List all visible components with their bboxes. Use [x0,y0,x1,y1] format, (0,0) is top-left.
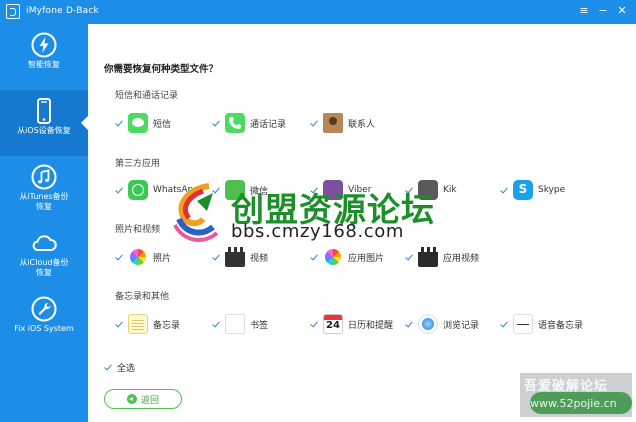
file-type-label: Skype [538,185,566,195]
sidebar-item-label: 智能恢复 [28,60,60,69]
file-type-app-photos[interactable]: 应用图片 [310,247,384,267]
file-type-contacts[interactable]: 联系人 [310,113,375,133]
app-photos-icon [323,247,343,267]
back-button-label: 返回 [140,395,159,406]
checkbox-checked-icon[interactable] [310,119,319,128]
checkbox-checked-icon[interactable] [115,119,124,128]
watermark-url: bbs.cmzy168.com [231,221,405,242]
voice-memo-icon [513,314,533,334]
calendar-day: 24 [326,320,340,331]
watermark-logo-icon [173,183,219,242]
whatsapp-icon [128,180,148,200]
checkbox-checked-icon[interactable] [310,253,319,262]
checkbox-checked-icon[interactable] [115,186,124,195]
file-type-calendar[interactable]: 24 日历和提醒 [310,314,393,334]
select-all-checkbox[interactable]: 全选 [104,361,135,374]
file-type-notes[interactable]: 备忘录 [115,314,180,334]
checkbox-checked-icon[interactable] [405,320,414,329]
skype-icon [513,180,533,200]
file-type-app-videos[interactable]: 应用视频 [405,247,479,267]
file-type-label: 应用图片 [348,253,385,264]
file-type-bookmarks[interactable]: 书签 [212,314,268,334]
sidebar-item-icloud-backup[interactable]: 从iCloud备份 恢复 [0,222,88,288]
checkbox-checked-icon[interactable] [212,253,221,262]
menu-icon[interactable]: ≡ [576,3,592,19]
sidebar-item-label: 从iTunes备份 恢复 [19,192,69,211]
file-type-label: 视频 [250,253,269,264]
file-type-call-history[interactable]: 通话记录 [212,113,286,133]
file-type-label: 备忘录 [153,320,181,331]
calendar-icon: 24 [323,314,343,334]
checkbox-checked-icon[interactable] [212,320,221,329]
window-title: iMyfone D-Back [26,6,99,16]
file-type-videos[interactable]: 视频 [212,247,268,267]
video-clapper-icon [225,247,245,267]
messages-icon [128,113,148,133]
checkbox-checked-icon[interactable] [104,363,113,372]
sidebar-item-itunes-backup[interactable]: 从iTunes备份 恢复 [0,156,88,222]
app-logo-icon [6,4,20,19]
file-type-label: 短信 [153,119,172,130]
sidebar: 智能恢复 从iOS设备恢复 从iTunes备份 恢复 从iCloud备份 恢复 … [0,24,88,422]
section-title-notes-others: 备忘录和其他 [115,292,170,302]
checkbox-checked-icon[interactable] [405,253,414,262]
checkbox-checked-icon[interactable] [310,320,319,329]
watermark-secondary: 吾爱破解论坛 www.52pojie.cn [520,373,632,417]
page-title: 你需要恢复何种类型文件？ [104,64,219,75]
sidebar-item-label: 从iOS设备恢复 [17,126,71,135]
sidebar-item-fix-ios[interactable]: Fix iOS System [0,288,88,354]
file-type-label: 联系人 [348,119,376,130]
back-arrow-icon [126,394,137,404]
photos-icon [128,247,148,267]
checkbox-checked-icon[interactable] [500,186,509,195]
cloud-icon [32,235,57,251]
watermark-secondary-title: 吾爱破解论坛 [524,379,609,394]
watermark-secondary-url: www.52pojie.cn [530,397,617,410]
file-type-label: 书签 [250,320,269,331]
phone-icon [225,113,245,133]
file-type-photos[interactable]: 照片 [115,247,171,267]
checkbox-checked-icon[interactable] [500,320,509,329]
watermark-overlay: 创盟资源论坛 bbs.cmzy168.com [169,181,469,246]
file-type-browser-history[interactable]: 浏览记录 [405,314,479,334]
file-type-skype[interactable]: Skype [500,180,565,200]
music-note-icon [31,164,57,190]
close-button[interactable]: ✕ [614,3,630,19]
title-bar: iMyfone D-Back ≡ − ✕ [0,0,636,24]
lightning-icon [31,32,57,58]
file-type-sms[interactable]: 短信 [115,113,171,133]
file-type-label: 通话记录 [250,119,287,130]
minimize-button[interactable]: − [595,3,611,19]
checkbox-checked-icon[interactable] [115,320,124,329]
sidebar-item-ios-device[interactable]: 从iOS设备恢复 [0,90,88,156]
checkbox-checked-icon[interactable] [115,253,124,262]
sidebar-item-label: Fix iOS System [14,324,74,333]
file-type-voice-memos[interactable]: 语音备忘录 [500,314,583,334]
app-video-clapper-icon [418,247,438,267]
file-type-label: 日历和提醒 [348,320,394,331]
back-button[interactable]: 返回 [104,389,182,409]
sidebar-item-smart-recovery[interactable]: 智能恢复 [0,24,88,90]
section-title-messages: 短信和通话记录 [115,91,179,101]
file-type-label: 照片 [153,253,172,264]
file-type-label: 语音备忘录 [538,320,584,331]
wrench-icon [31,296,57,322]
bookmark-icon [225,314,245,334]
file-type-label: 浏览记录 [443,320,480,331]
file-type-label: 应用视频 [443,253,480,264]
notes-icon [128,314,148,334]
select-all-label: 全选 [117,364,136,374]
iphone-icon [37,98,51,124]
section-title-photos-videos: 照片和视频 [115,225,161,235]
sidebar-item-label: 从iCloud备份 恢复 [19,258,69,277]
checkbox-checked-icon[interactable] [212,119,221,128]
safari-icon [418,314,438,334]
section-title-third-party: 第三方应用 [115,159,161,169]
contacts-icon [323,113,343,133]
